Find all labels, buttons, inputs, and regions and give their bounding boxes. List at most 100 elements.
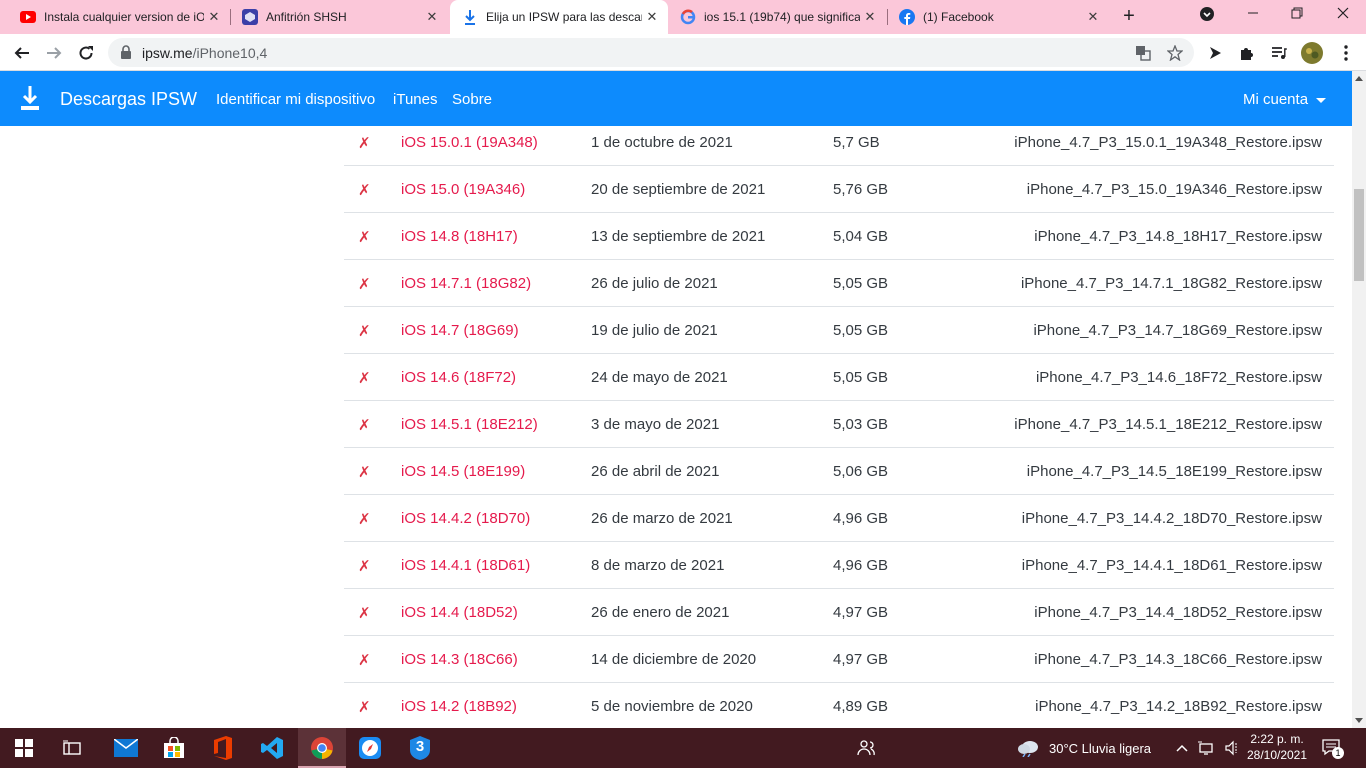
task-view-icon: [63, 740, 81, 755]
file-name: iPhone_4.7_P3_14.3_18C66_Restore.ipsw: [1034, 651, 1322, 668]
release-date: 26 de marzo de 2021: [591, 510, 733, 527]
close-tab-icon[interactable]: ✕: [204, 9, 224, 25]
lock-icon[interactable]: [120, 45, 134, 59]
pinned-app-3[interactable]: 3: [396, 728, 444, 768]
page-scrollbar[interactable]: [1352, 71, 1366, 728]
media-control-button[interactable]: [1267, 41, 1291, 65]
site-navbar: Descargas IPSW Identificar mi dispositiv…: [0, 71, 1352, 126]
scroll-up-arrow-icon[interactable]: [1355, 76, 1363, 81]
tab-google[interactable]: ios 15.1 (19b74) que significa ✕: [668, 0, 886, 34]
page-content: ✗ iOS 15.0.1 (19A348) 1 de octubre de 2021…: [0, 126, 1352, 728]
chevron-up-icon[interactable]: [1175, 741, 1189, 755]
star-icon[interactable]: [1166, 44, 1184, 62]
firmware-version-link[interactable]: iOS 14.5.1 (18E212): [401, 416, 538, 433]
menu-button[interactable]: [1334, 41, 1358, 65]
firmware-version-link[interactable]: iOS 14.6 (18F72): [401, 369, 516, 386]
firmware-version-link[interactable]: iOS 15.0 (19A346): [401, 181, 525, 198]
system-clock[interactable]: 2:22 p. m. 28/10/2021: [1242, 731, 1312, 763]
tab-facebook[interactable]: (1) Facebook ✕: [887, 0, 1109, 34]
firmware-version-link[interactable]: iOS 14.7.1 (18G82): [401, 275, 531, 292]
tab-ipsw[interactable]: Elija un IPSW para las descargas ✕: [450, 0, 668, 34]
firmware-row[interactable]: ✗ iOS 14.7.1 (18G82) 26 de julio de 2021 5,…: [344, 260, 1334, 307]
start-button[interactable]: [0, 728, 48, 768]
firmware-row[interactable]: ✗ iOS 15.0 (19A346) 20 de septiembre de 20…: [344, 166, 1334, 213]
close-tab-icon[interactable]: ✕: [422, 9, 442, 25]
firmware-row[interactable]: ✗ iOS 14.5 (18E199) 26 de abril de 2021 5,0…: [344, 448, 1334, 495]
file-name: iPhone_4.7_P3_15.0.1_19A348_Restore.ipsw: [1014, 134, 1322, 151]
office-app[interactable]: [199, 728, 247, 768]
task-view-button[interactable]: [48, 728, 96, 768]
back-button[interactable]: [10, 41, 34, 65]
nav-identify-device[interactable]: Identificar mi dispositivo: [216, 91, 375, 108]
account-dropdown[interactable]: Mi cuenta: [1243, 91, 1327, 108]
notification-center-button[interactable]: 1: [1322, 738, 1344, 760]
close-tab-icon[interactable]: ✕: [642, 9, 662, 25]
vscode-app[interactable]: [248, 728, 296, 768]
release-date: 14 de diciembre de 2020: [591, 651, 757, 668]
firmware-row[interactable]: ✗ iOS 14.4 (18D52) 26 de enero de 2021 4,97…: [344, 589, 1334, 636]
network-icon[interactable]: [1198, 740, 1216, 756]
firmware-version-link[interactable]: iOS 14.2 (18B92): [401, 698, 517, 715]
url-text: ipsw.me/iPhone10,4: [142, 45, 267, 61]
firmware-version-link[interactable]: iOS 14.4.1 (18D61): [401, 557, 530, 574]
firmware-row[interactable]: ✗ iOS 14.3 (18C66) 14 de diciembre de 2020…: [344, 636, 1334, 683]
close-tab-icon[interactable]: ✕: [1083, 9, 1103, 25]
firmware-row[interactable]: ✗ iOS 14.4.1 (18D61) 8 de marzo de 2021 4,9…: [344, 542, 1334, 589]
safari-app[interactable]: [346, 728, 394, 768]
firmware-row[interactable]: ✗ iOS 14.7 (18G69) 19 de julio de 2021 5,05…: [344, 307, 1334, 354]
site-brand[interactable]: Descargas IPSW: [60, 89, 197, 110]
firmware-row[interactable]: ✗ iOS 14.5.1 (18E212) 3 de mayo de 2021 5,0…: [344, 401, 1334, 448]
firmware-version-link[interactable]: iOS 14.5 (18E199): [401, 463, 525, 480]
firmware-row[interactable]: ✗ iOS 14.2 (18B92) 5 de noviembre de 2020 4…: [344, 683, 1334, 728]
restore-button[interactable]: [1285, 6, 1309, 28]
firmware-version-link[interactable]: iOS 14.7 (18G69): [401, 322, 519, 339]
volume-icon[interactable]: [1224, 739, 1240, 757]
translate-icon[interactable]: [1134, 44, 1152, 62]
nav-about[interactable]: Sobre: [452, 91, 492, 108]
firmware-row[interactable]: ✗ iOS 15.0.1 (19A348) 1 de octubre de 2021…: [344, 126, 1334, 166]
release-date: 26 de julio de 2021: [591, 275, 718, 292]
minimize-button[interactable]: [1241, 6, 1265, 28]
cast-extension-button[interactable]: [1203, 41, 1227, 65]
firmware-row[interactable]: ✗ iOS 14.8 (18H17) 13 de septiembre de 202…: [344, 213, 1334, 260]
download-logo-icon[interactable]: [20, 85, 40, 111]
scrollbar-thumb[interactable]: [1354, 189, 1364, 281]
firmware-version-link[interactable]: iOS 14.3 (18C66): [401, 651, 518, 668]
firmware-row[interactable]: ✗ iOS 14.4.2 (18D70) 26 de marzo de 2021 4,…: [344, 495, 1334, 542]
scroll-down-arrow-icon[interactable]: [1355, 718, 1363, 723]
file-name: iPhone_4.7_P3_14.4.2_18D70_Restore.ipsw: [1021, 510, 1322, 527]
forward-button[interactable]: [42, 41, 66, 65]
chrome-app[interactable]: [298, 728, 346, 768]
address-bar[interactable]: ipsw.me/iPhone10,4: [108, 38, 1194, 67]
weather-cloud-icon[interactable]: [1017, 739, 1041, 758]
tab-youtube[interactable]: Instala cualquier version de iOS ✕: [8, 0, 230, 34]
firmware-version-link[interactable]: iOS 15.0.1 (19A348): [401, 134, 538, 151]
mail-app[interactable]: [102, 728, 150, 768]
firmware-row[interactable]: ✗ iOS 14.6 (18F72) 24 de mayo de 2021 5,05 …: [344, 354, 1334, 401]
firmware-version-link[interactable]: iOS 14.4.2 (18D70): [401, 510, 530, 527]
tab-shsh[interactable]: Anfitrión SHSH ✕: [230, 0, 448, 34]
url-path: /iPhone10,4: [192, 45, 268, 61]
file-size: 5,76 GB: [833, 181, 889, 198]
reload-button[interactable]: [74, 41, 98, 65]
tab-search-button[interactable]: [1195, 6, 1219, 28]
extensions-button[interactable]: [1235, 41, 1259, 65]
people-button[interactable]: [842, 728, 890, 768]
firmware-version-link[interactable]: iOS 14.4 (18D52): [401, 604, 518, 621]
weather-text[interactable]: 30°C Lluvia ligera: [1049, 741, 1151, 756]
file-name: iPhone_4.7_P3_14.8_18H17_Restore.ipsw: [1034, 228, 1322, 245]
new-tab-button[interactable]: +: [1118, 6, 1140, 28]
file-size: 5,05 GB: [833, 322, 889, 339]
nav-itunes[interactable]: iTunes: [393, 91, 437, 108]
mail-icon: [114, 739, 138, 757]
close-tab-icon[interactable]: ✕: [860, 9, 880, 25]
release-date: 5 de noviembre de 2020: [591, 698, 753, 715]
release-date: 13 de septiembre de 2021: [591, 228, 766, 245]
profile-avatar[interactable]: [1300, 41, 1324, 65]
store-app[interactable]: [150, 728, 198, 768]
windows-taskbar: 3 30°C Lluvia ligera 2:22 p. m. 28/10/20…: [0, 728, 1366, 768]
firmware-version-link[interactable]: iOS 14.8 (18H17): [401, 228, 518, 245]
close-window-button[interactable]: [1331, 6, 1355, 28]
signing-status-icon: ✗: [358, 323, 371, 340]
account-label: Mi cuenta: [1243, 91, 1309, 108]
